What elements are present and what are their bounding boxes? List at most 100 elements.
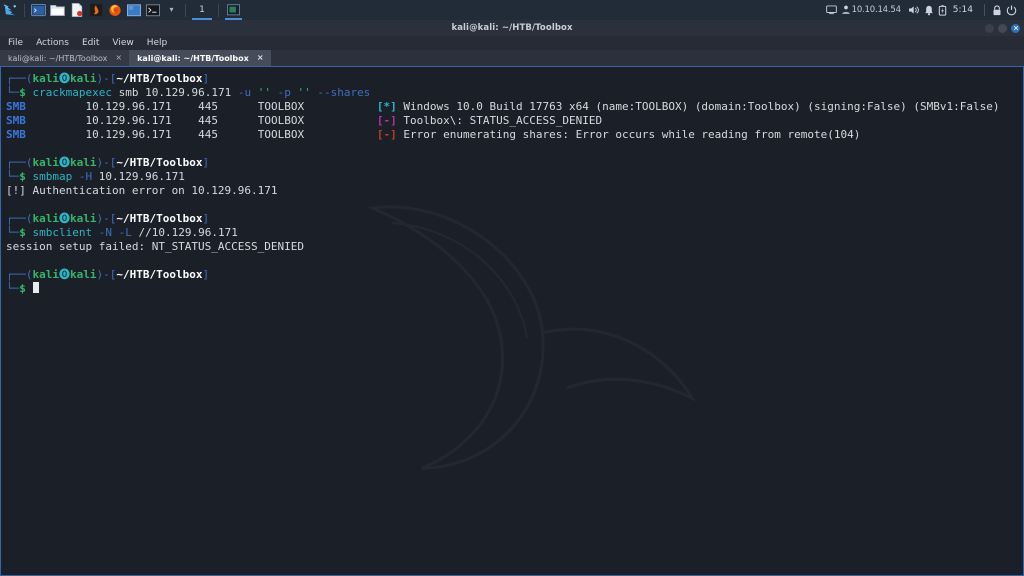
workspace-number: 1	[199, 5, 205, 15]
network-vpn-indicator[interactable]: 10.10.14.54	[839, 0, 906, 20]
menu-edit[interactable]: Edit	[82, 38, 99, 48]
menu-file[interactable]: File	[8, 38, 23, 48]
prompt-path-2: ~/HTB/Toolbox	[116, 156, 203, 169]
command-name-2: smbmap	[32, 170, 73, 183]
command-args-3a	[92, 226, 99, 239]
smb-name-1: TOOLBOX	[257, 100, 305, 113]
prompt-path-3: ~/HTB/Toolbox	[116, 212, 203, 225]
prompt-user-4: kali	[32, 268, 60, 281]
tabbar: kali@kali: ~/HTB/Toolbox × kali@kali: ~/…	[0, 50, 1024, 66]
terminal-window: kali@kali: ~/HTB/Toolbox File Actions Ed…	[0, 20, 1024, 576]
taskbar-system-tray: 10.10.14.54 5:14	[824, 0, 1024, 20]
display-icon[interactable]	[824, 0, 839, 20]
command-line-4-active[interactable]: └─$	[6, 282, 1022, 296]
command-flag-u-1: -u	[237, 86, 252, 99]
smb-marker-1: [*]	[376, 100, 397, 113]
command-flag-p-1: -p	[277, 86, 291, 99]
power-icon[interactable]	[1004, 0, 1019, 20]
battery-icon[interactable]	[936, 0, 949, 20]
smb-host-1: 10.129.96.171	[85, 100, 172, 113]
taskbar-dropdown-arrow[interactable]: ▾	[163, 2, 180, 19]
smb-host-2: 10.129.96.171	[85, 114, 172, 127]
window-title: kali@kali: ~/HTB/Toolbox	[451, 23, 573, 33]
terminal-screen[interactable]: ┌──(kali⓿kali)-[~/HTB/Toolbox] └─$ crack…	[2, 68, 1022, 574]
command-flag-shares-1: --shares	[317, 86, 371, 99]
burpsuite-icon[interactable]	[87, 2, 104, 19]
workspace-switcher-1[interactable]: 1	[191, 2, 213, 20]
tabbar-empty-space	[270, 50, 1024, 66]
terminal-viewport[interactable]: ┌──(kali⓿kali)-[~/HTB/Toolbox] └─$ crack…	[0, 66, 1024, 576]
taskbar-divider-1	[24, 3, 25, 17]
prompt-line-2: ┌──(kali⓿kali)-[~/HTB/Toolbox]	[6, 156, 210, 169]
taskbar-window-button-terminal[interactable]	[224, 2, 243, 20]
volume-icon[interactable]	[906, 0, 922, 20]
smb-proto-2: SMB	[6, 114, 26, 127]
prompt-host-3: kali	[70, 212, 97, 225]
smb-name-3: TOOLBOX	[257, 128, 305, 141]
smb-marker-2: [-]	[376, 114, 397, 127]
bell-icon[interactable]	[922, 0, 936, 20]
firefox-icon[interactable]	[106, 2, 123, 19]
terminal-tab-1[interactable]: kali@kali: ~/HTB/Toolbox ×	[0, 50, 130, 66]
menu-help[interactable]: Help	[147, 38, 168, 48]
terminal-tab-2[interactable]: kali@kali: ~/HTB/Toolbox ×	[129, 50, 271, 66]
minimize-button[interactable]	[985, 23, 994, 33]
prompt-user-2: kali	[32, 156, 60, 169]
chevron-down-icon: ▾	[169, 5, 174, 14]
smb-proto-1: SMB	[6, 100, 26, 113]
command-line-3: └─$ smbclient -N -L //10.129.96.171	[6, 226, 238, 239]
smb-port-1: 445	[198, 100, 218, 113]
terminal-tab-2-close-icon[interactable]: ×	[257, 54, 264, 62]
prompt-at-glyph-1: ⓿	[59, 72, 70, 85]
smb-output-row-2: SMB 10.129.96.171 445 TOOLBOX [-] Toolbo…	[6, 114, 1022, 128]
prompt-at-glyph-4: ⓿	[59, 268, 70, 281]
window-titlebar[interactable]: kali@kali: ~/HTB/Toolbox	[0, 20, 1024, 36]
file-manager-icon[interactable]	[49, 2, 66, 19]
prompt-host-2: kali	[70, 156, 97, 169]
prompt-dollar-4: $	[19, 282, 26, 295]
tray-divider	[984, 4, 985, 16]
terminal-tab-1-close-icon[interactable]: ×	[115, 54, 122, 62]
workspace-preview-icon[interactable]	[125, 2, 142, 19]
taskbar-launchers: ▾ 1	[0, 0, 244, 20]
smb-output-row-1: SMB 10.129.96.171 445 TOOLBOX [*] Window…	[6, 100, 1022, 114]
window-controls	[985, 20, 1020, 36]
smbclient-output-1: session setup failed: NT_STATUS_ACCESS_D…	[6, 240, 305, 253]
command-name-3: smbclient	[32, 226, 93, 239]
smb-port-3: 445	[198, 128, 218, 141]
prompt-line-4: ┌──(kali⓿kali)-[~/HTB/Toolbox]	[6, 268, 210, 281]
menu-actions[interactable]: Actions	[36, 38, 69, 48]
command-target-3: //10.129.96.171	[131, 226, 238, 239]
taskbar-divider-2	[185, 3, 186, 17]
kali-menu-icon[interactable]	[2, 2, 19, 19]
smb-message-3: Error enumerating shares: Error occurs w…	[403, 128, 861, 141]
command-quote-1: ''	[251, 86, 278, 99]
smb-host-3: 10.129.96.171	[85, 128, 172, 141]
prompt-at-glyph-3: ⓿	[59, 212, 70, 225]
command-line-2: └─$ smbmap -H 10.129.96.171	[6, 170, 185, 183]
clock[interactable]: 5:14	[949, 0, 979, 20]
command-quote-2: ''	[290, 86, 318, 99]
prompt-dollar-3: $	[19, 226, 26, 239]
close-button[interactable]	[1011, 23, 1020, 33]
prompt-path-1: ~/HTB/Toolbox	[116, 72, 203, 85]
menubar: File Actions Edit View Help	[0, 36, 1024, 50]
command-args-2a	[72, 170, 79, 183]
smb-message-1: Windows 10.0 Build 17763 x64 (name:TOOLB…	[403, 100, 1000, 113]
prompt-host-4: kali	[70, 268, 97, 281]
maximize-button[interactable]	[998, 23, 1007, 33]
lock-icon[interactable]	[990, 0, 1004, 20]
command-space-3	[112, 226, 119, 239]
prompt-line-3: ┌──(kali⓿kali)-[~/HTB/Toolbox]	[6, 212, 210, 225]
prompt-host-1: kali	[70, 72, 97, 85]
prompt-path-4: ~/HTB/Toolbox	[116, 268, 203, 281]
prompt-user-1: kali	[32, 72, 60, 85]
terminal-window-icon[interactable]	[144, 2, 161, 19]
menu-view[interactable]: View	[112, 38, 133, 48]
prompt-user-3: kali	[32, 212, 60, 225]
terminal-emulator-icon[interactable]	[30, 2, 47, 19]
text-editor-icon[interactable]	[68, 2, 85, 19]
taskbar: ▾ 1 10.10.14.54 5:14	[0, 0, 1024, 20]
smb-name-2: TOOLBOX	[257, 114, 305, 127]
